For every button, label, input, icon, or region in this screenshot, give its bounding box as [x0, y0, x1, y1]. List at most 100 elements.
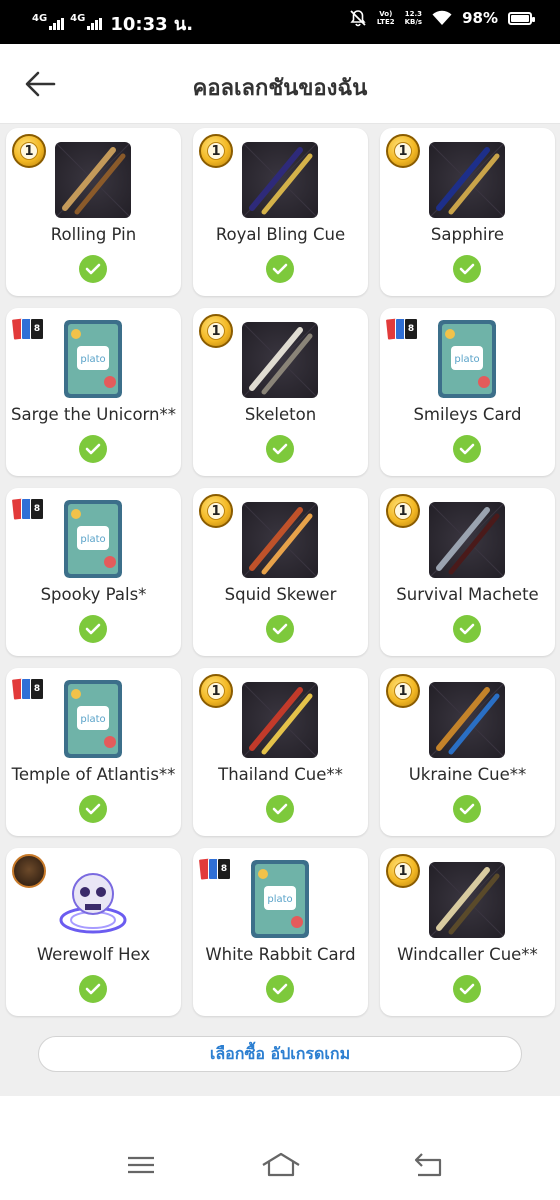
volte-indicator: Vo) LTE2	[377, 10, 395, 26]
coin-badge-text: 1	[207, 142, 225, 160]
owned-check-icon	[453, 975, 481, 1003]
owned-check-icon	[453, 795, 481, 823]
status-bar: 4G 4G 10:33 น. Vo) LTE2 12.3 KB/s 98%	[0, 0, 560, 44]
owned-check-icon	[79, 435, 107, 463]
status-right: Vo) LTE2 12.3 KB/s 98%	[349, 9, 535, 27]
collection-grid: 1 Rolling Pin 1 Royal Bling Cue 1 Sapphire 8 pl…	[6, 128, 555, 1016]
item-thumbnail: plato	[64, 680, 122, 758]
collection-item-card[interactable]: 8 plato White Rabbit Card	[193, 848, 368, 1016]
cue-art-icon	[242, 502, 318, 578]
uno-cards-badge-icon: 8	[10, 497, 48, 526]
collection-item-card[interactable]: 8 plato Smileys Card	[380, 308, 555, 476]
coin-badge-icon: 1	[386, 854, 420, 888]
uno-cards-badge-icon: 8	[197, 857, 235, 886]
system-back-button[interactable]	[410, 1150, 446, 1180]
svg-text:plato: plato	[80, 714, 105, 725]
battery-percent: 98%	[462, 9, 498, 27]
svg-text:plato: plato	[80, 534, 105, 545]
speed-unit: KB/s	[404, 18, 423, 26]
collection-item-card[interactable]: Werewolf Hex	[6, 848, 181, 1016]
item-thumbnail	[242, 142, 318, 218]
signal-2: 4G	[70, 13, 103, 30]
recent-apps-button[interactable]	[122, 1150, 158, 1180]
collection-item-card[interactable]: 1 Ukraine Cue**	[380, 668, 555, 836]
collection-item-card[interactable]: 1 Skeleton	[193, 308, 368, 476]
signal-bars-icon	[87, 17, 103, 30]
coin-badge-text: 1	[207, 322, 225, 340]
home-icon	[262, 1152, 300, 1177]
item-name: Sarge the Unicorn**	[10, 405, 176, 424]
cue-art-icon	[242, 682, 318, 758]
coin-badge-text: 1	[394, 862, 412, 880]
home-button[interactable]	[260, 1150, 302, 1180]
wifi-icon	[432, 10, 452, 25]
owned-check-icon	[79, 615, 107, 643]
cue-art-icon	[429, 862, 505, 938]
item-thumbnail	[429, 142, 505, 218]
plato-card-icon: plato	[64, 500, 122, 578]
item-thumbnail: plato	[438, 320, 496, 398]
collection-item-card[interactable]: 1 Squid Skewer	[193, 488, 368, 656]
signal-bars-icon	[49, 17, 65, 30]
network-type-1: 4G	[32, 12, 48, 24]
item-thumbnail	[429, 502, 505, 578]
collection-item-card[interactable]: 1 Thailand Cue**	[193, 668, 368, 836]
owned-check-icon	[266, 435, 294, 463]
collection-item-card[interactable]: 8 plato Sarge the Unicorn**	[6, 308, 181, 476]
volte-text: Vo)	[379, 10, 393, 18]
cards-badge-text: 8	[30, 318, 44, 340]
svg-text:plato: plato	[80, 354, 105, 365]
coin-badge-icon: 1	[12, 134, 46, 168]
menu-icon	[128, 1156, 154, 1174]
werewolf-badge-icon	[12, 854, 46, 888]
item-name: White Rabbit Card	[205, 945, 356, 964]
cue-art-icon	[242, 322, 318, 398]
owned-check-icon	[79, 795, 107, 823]
plato-card-icon: plato	[251, 860, 309, 938]
item-name: Werewolf Hex	[36, 945, 151, 964]
skull-avatar-icon	[59, 873, 127, 934]
item-thumbnail: plato	[64, 500, 122, 578]
coin-badge-icon: 1	[386, 494, 420, 528]
coin-badge-text: 1	[394, 502, 412, 520]
owned-check-icon	[79, 255, 107, 283]
item-thumbnail	[55, 142, 131, 218]
owned-check-icon	[453, 255, 481, 283]
coin-badge-icon: 1	[386, 674, 420, 708]
item-thumbnail	[429, 862, 505, 938]
item-name: Windcaller Cue**	[397, 945, 538, 964]
status-left: 4G 4G 10:33 น.	[32, 9, 193, 38]
uno-cards-badge-icon: 8	[10, 677, 48, 706]
coin-badge-text: 1	[20, 142, 38, 160]
collection-item-card[interactable]: 1 Survival Machete	[380, 488, 555, 656]
collection-item-card[interactable]: 1 Royal Bling Cue	[193, 128, 368, 296]
coin-badge-text: 1	[207, 502, 225, 520]
cue-art-icon	[429, 682, 505, 758]
collection-item-card[interactable]: 8 plato Spooky Pals*	[6, 488, 181, 656]
page-title: คอลเลกชันของฉัน	[192, 76, 368, 101]
collection-item-card[interactable]: 1 Windcaller Cue**	[380, 848, 555, 1016]
speed-value: 12.3	[404, 10, 422, 18]
collection-item-card[interactable]: 8 plato Temple of Atlantis**	[6, 668, 181, 836]
item-name: Temple of Atlantis**	[11, 765, 176, 784]
svg-text:plato: plato	[267, 894, 292, 905]
battery-icon	[508, 11, 535, 25]
collection-item-card[interactable]: 1 Rolling Pin	[6, 128, 181, 296]
item-name: Royal Bling Cue	[215, 225, 346, 244]
uno-cards-badge-icon: 8	[384, 317, 422, 346]
system-nav-bar	[0, 1096, 560, 1200]
item-thumbnail	[242, 322, 318, 398]
owned-check-icon	[266, 975, 294, 1003]
coin-badge-icon: 1	[199, 674, 233, 708]
net-speed: 12.3 KB/s	[405, 10, 422, 26]
cards-badge-text: 8	[30, 498, 44, 520]
cards-badge-text: 8	[30, 678, 44, 700]
uno-cards-badge-icon: 8	[10, 317, 48, 346]
signal-1: 4G	[32, 13, 65, 30]
item-name: Thailand Cue**	[218, 765, 343, 784]
collection-item-card[interactable]: 1 Sapphire	[380, 128, 555, 296]
cue-art-icon	[429, 502, 505, 578]
upgrade-shop-button[interactable]: เลือกซื้อ อัปเกรดเกม	[38, 1036, 522, 1072]
svg-text:plato: plato	[454, 354, 479, 365]
cue-art-icon	[55, 142, 131, 218]
